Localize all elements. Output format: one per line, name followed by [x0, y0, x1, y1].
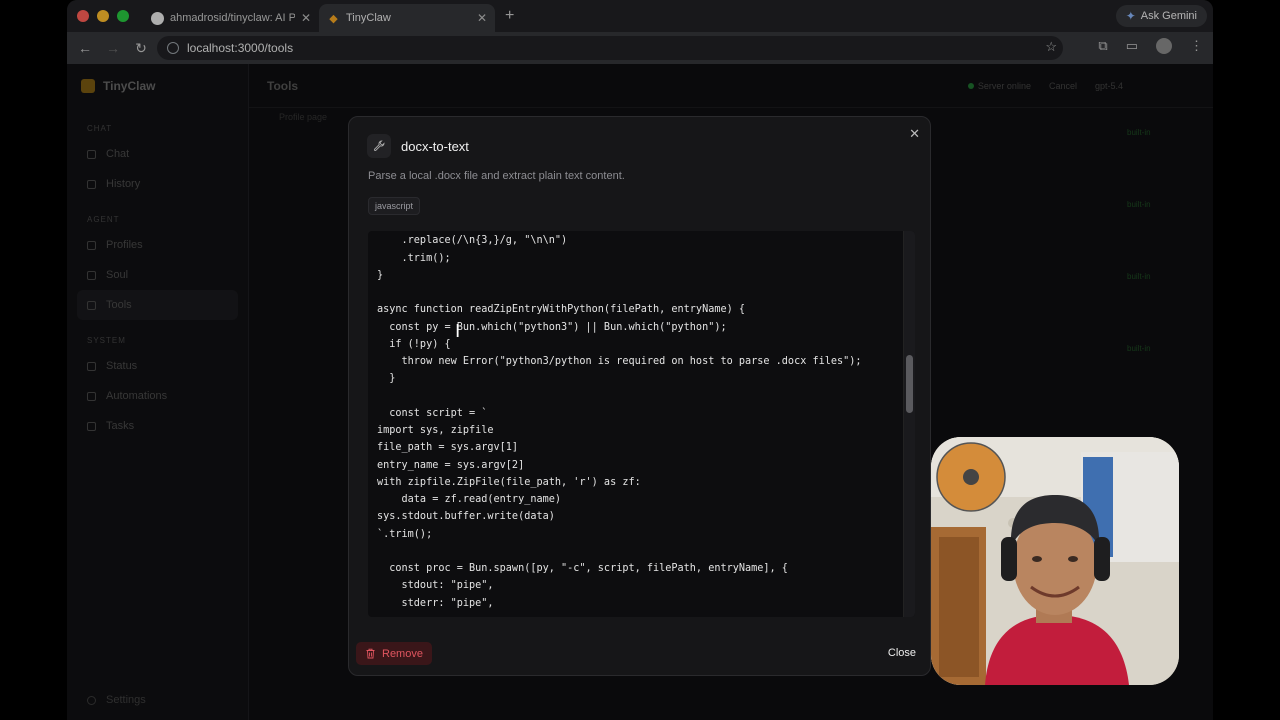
code-line: const py = Bun.which("python3") || Bun.w… — [377, 321, 727, 333]
modal-title: docx-to-text — [401, 138, 469, 154]
code-viewer[interactable]: .replace(/\s+$/gm, "") .replace(/\n{3,}/… — [368, 231, 915, 617]
wrench-icon — [367, 134, 391, 158]
webcam-overlay — [931, 437, 1179, 685]
tool-detail-modal: ✕ docx-to-text Parse a local .docx file … — [348, 116, 931, 676]
code-line: if (!py) { — [377, 338, 451, 350]
modal-close-icon[interactable]: ✕ — [909, 126, 920, 142]
code-line: async function readZipEntryWithPython(fi… — [377, 304, 746, 316]
code-line: file_path = sys.argv[1] — [377, 442, 519, 454]
code-line: const proc = Bun.spawn([py, "-c", script… — [377, 563, 788, 574]
code-line: stderr: "pipe", — [377, 597, 494, 609]
code-line: throw new Error("python3/python is requi… — [377, 356, 862, 367]
code-line: import sys, zipfile — [377, 425, 494, 436]
code-block[interactable]: .replace(/\s+$/gm, "") .replace(/\n{3,}/… — [377, 231, 862, 612]
text-cursor-icon: I — [455, 321, 461, 342]
code-line: const script = ` — [377, 407, 488, 419]
remove-button[interactable]: Remove — [356, 642, 432, 665]
tool-description: Parse a local .docx file and extract pla… — [368, 170, 625, 182]
code-line: data = zf.read(entry_name) — [377, 494, 562, 505]
code-line: stdout: "pipe", — [377, 580, 494, 592]
code-line: } — [377, 269, 384, 281]
scrollbar-thumb[interactable] — [906, 355, 913, 413]
code-scrollbar[interactable] — [903, 231, 915, 617]
language-badge: javascript — [368, 197, 421, 215]
code-line: entry_name = sys.argv[2] — [377, 459, 525, 471]
code-line: } — [377, 373, 396, 385]
code-line: .trim(); — [377, 252, 451, 264]
code-line: with zipfile.ZipFile(file_path, 'r') as … — [377, 476, 641, 488]
webcam-image — [931, 437, 1179, 685]
trash-icon — [366, 648, 375, 659]
modal-header: docx-to-text — [367, 134, 469, 158]
code-line: .replace(/\n{3,}/g, "\n\n") — [377, 235, 568, 247]
remove-label: Remove — [382, 647, 423, 660]
code-line: `.trim(); — [377, 528, 433, 540]
code-line: sys.stdout.buffer.write(data) — [377, 511, 555, 523]
close-button[interactable]: Close — [888, 647, 916, 659]
